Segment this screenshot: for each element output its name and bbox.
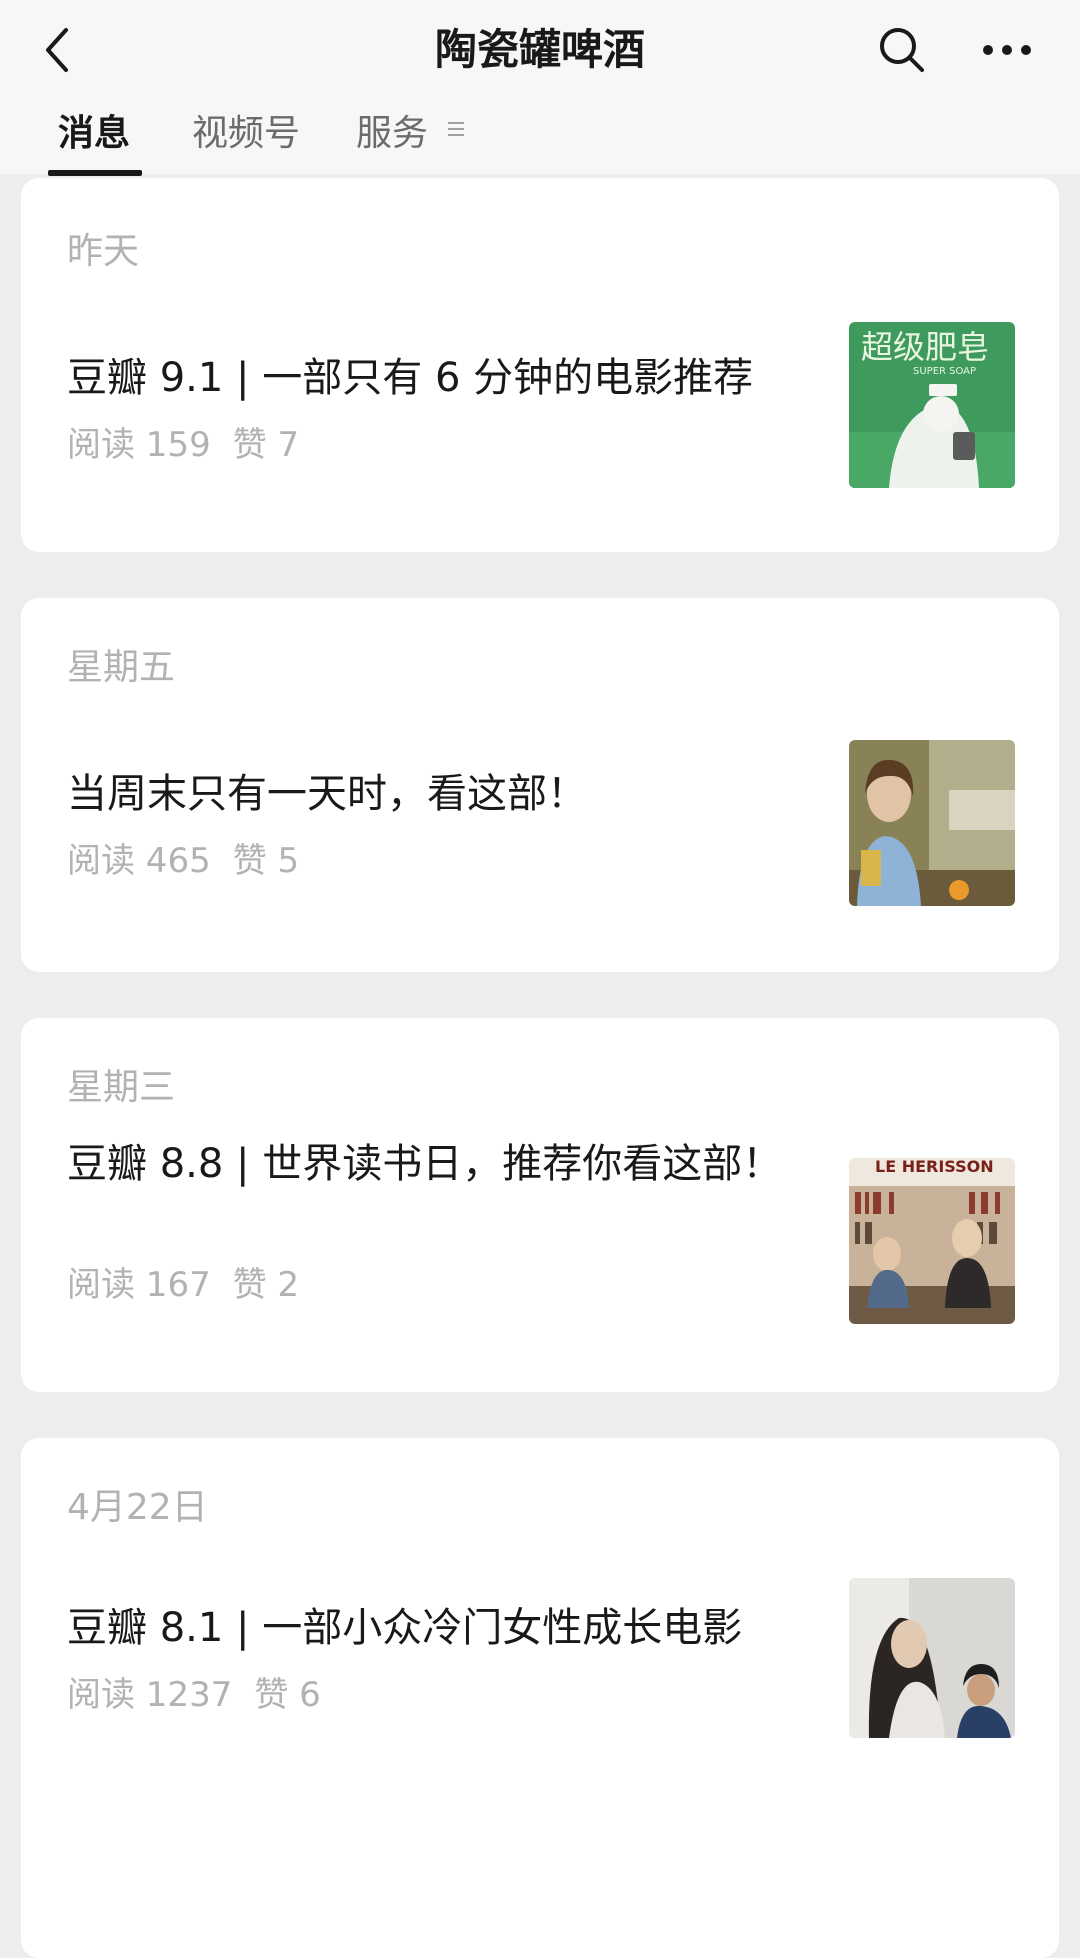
top-bar: 陶瓷罐啤酒 消息 视频号 服务 (0, 0, 1080, 176)
thumb-subtitle-text: SUPER SOAP (913, 366, 976, 377)
like-count: 赞 6 (254, 1675, 321, 1715)
article-title[interactable]: 豆瓣 9.1 | 一部只有 6 分钟的电影推荐 (67, 346, 797, 410)
tab-channels[interactable]: 视频号 (192, 108, 300, 160)
article-thumbnail[interactable]: 超级肥皂 SUPER SOAP (849, 322, 1015, 488)
more-options-icon[interactable] (980, 30, 1034, 70)
menu-lines-icon (448, 122, 464, 140)
article-card[interactable]: 4月22日 豆瓣 8.1 | 一部小众冷门女性成长电影 阅读 1237 赞 6 (21, 1438, 1059, 1958)
thumb-title-text: LE HERISSON (875, 1158, 994, 1176)
article-stats: 阅读 465 赞 5 (67, 838, 321, 884)
article-stats: 阅读 167 赞 2 (67, 1262, 321, 1308)
article-card[interactable]: 星期五 当周末只有一天时，看这部！ 阅读 465 赞 5 (21, 598, 1059, 972)
article-stats: 阅读 159 赞 7 (67, 422, 321, 468)
article-date: 星期五 (67, 647, 176, 688)
article-date: 星期三 (67, 1067, 176, 1108)
back-arrow-icon[interactable] (38, 22, 82, 78)
read-count: 阅读 465 (67, 841, 211, 881)
article-card[interactable]: 星期三 豆瓣 8.8 | 世界读书日，推荐你看这部！ 阅读 167 赞 2 LE … (21, 1018, 1059, 1392)
read-count: 阅读 159 (67, 425, 211, 465)
tab-messages[interactable]: 消息 (58, 108, 130, 160)
like-count: 赞 7 (232, 425, 300, 465)
active-tab-indicator (48, 170, 142, 176)
tab-services[interactable]: 服务 (356, 108, 428, 160)
article-title[interactable]: 豆瓣 8.8 | 世界读书日，推荐你看这部！ (67, 1132, 797, 1196)
article-title[interactable]: 豆瓣 8.1 | 一部小众冷门女性成长电影 (67, 1596, 797, 1660)
article-thumbnail[interactable] (849, 740, 1015, 906)
tab-bar: 消息 视频号 服务 (0, 108, 1080, 176)
article-date: 4月22日 (67, 1487, 208, 1528)
article-thumbnail[interactable] (849, 1578, 1015, 1738)
like-count: 赞 2 (232, 1265, 300, 1305)
thumb-title-text: 超级肥皂 (861, 328, 989, 366)
read-count: 阅读 1237 (67, 1675, 233, 1715)
article-card[interactable]: 昨天 豆瓣 9.1 | 一部只有 6 分钟的电影推荐 阅读 159 赞 7 超级肥… (21, 178, 1059, 552)
article-thumbnail[interactable]: LE HERISSON (849, 1158, 1015, 1324)
article-title[interactable]: 当周末只有一天时，看这部！ (67, 762, 797, 826)
article-stats: 阅读 1237 赞 6 (67, 1672, 343, 1718)
search-icon[interactable] (876, 24, 928, 76)
like-count: 赞 5 (232, 841, 300, 881)
read-count: 阅读 167 (67, 1265, 211, 1305)
article-date: 昨天 (67, 231, 140, 272)
